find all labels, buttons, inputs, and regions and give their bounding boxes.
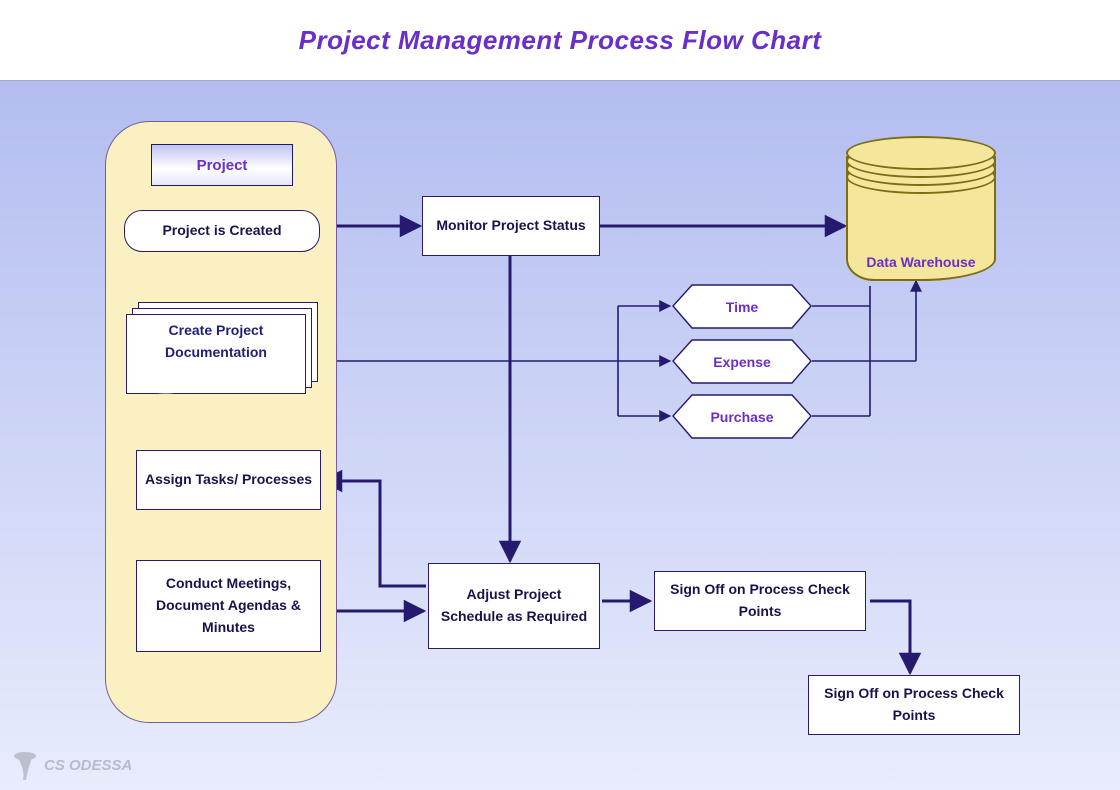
diagram-canvas: Project Project is Created Create Projec… <box>0 81 1120 790</box>
node-purchase-label: Purchase <box>710 409 773 425</box>
node-create-documentation-label: Create Project Documentation <box>134 320 298 363</box>
node-adjust-schedule: Adjust Project Schedule as Required <box>428 563 600 649</box>
node-create-documentation: Create Project Documentation <box>126 302 316 392</box>
logo-icon <box>12 750 38 780</box>
page-title: Project Management Process Flow Chart <box>299 25 822 56</box>
node-data-warehouse: Data Warehouse <box>846 136 996 301</box>
node-assign-tasks: Assign Tasks/ Processes <box>136 450 321 510</box>
node-monitor-status: Monitor Project Status <box>422 196 600 256</box>
watermark-text: CS ODESSA <box>44 757 132 774</box>
node-time-label: Time <box>726 299 758 315</box>
node-data-warehouse-label: Data Warehouse <box>846 251 996 273</box>
node-purchase: Purchase <box>672 394 812 439</box>
node-conduct-meetings: Conduct Meetings, Document Agendas & Min… <box>136 560 321 652</box>
node-time: Time <box>672 284 812 329</box>
node-signoff-1: Sign Off on Process Check Points <box>654 571 866 631</box>
node-signoff-2: Sign Off on Process Check Points <box>808 675 1020 735</box>
node-project-created: Project is Created <box>124 210 320 252</box>
node-expense: Expense <box>672 339 812 384</box>
watermark: CS ODESSA <box>12 750 132 780</box>
project-container: Project Project is Created Create Projec… <box>105 121 337 723</box>
node-expense-label: Expense <box>713 354 771 370</box>
project-header: Project <box>151 144 293 186</box>
